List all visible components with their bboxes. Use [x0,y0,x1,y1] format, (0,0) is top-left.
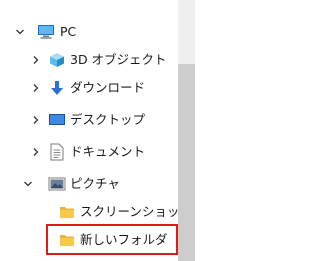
3d-objects-icon [48,52,66,68]
tree-item-documents[interactable]: ドキュメント [0,140,178,164]
document-icon [48,143,66,161]
content-pane [195,0,246,261]
tree-item-label: スクリーンショット [80,204,192,219]
chevron-down-icon[interactable] [22,178,34,190]
tree-item-pictures[interactable]: ピクチャ [0,172,178,196]
tree-item-downloads[interactable]: ダウンロード [0,76,178,100]
chevron-right-icon[interactable] [30,146,42,158]
tree-item-label: ピクチャ [70,176,120,191]
tree-item-3d-objects[interactable]: 3D オブジェクト [0,48,178,72]
tree-item-label: ドキュメント [70,144,146,159]
folder-icon [58,204,76,220]
tree-item-label: ダウンロード [70,80,146,95]
tree-item-pc[interactable]: PC [0,20,178,44]
vertical-scrollbar-thumb[interactable] [178,64,195,261]
chevron-right-icon[interactable] [30,82,42,94]
highlight-annotation-box [46,224,178,255]
pictures-icon [48,176,66,192]
pc-icon [37,24,55,40]
chevron-right-icon[interactable] [30,114,42,126]
desktop-icon [48,112,66,128]
chevron-right-icon[interactable] [30,54,42,66]
download-arrow-icon [48,80,66,96]
tree-item-screenshots[interactable]: スクリーンショット [0,200,192,224]
chevron-down-icon[interactable] [14,26,26,38]
tree-item-label: PC [60,24,77,39]
tree-item-desktop[interactable]: デスクトップ [0,108,178,132]
tree-item-label: 3D オブジェクト [70,52,167,67]
tree-item-label: デスクトップ [70,112,146,127]
